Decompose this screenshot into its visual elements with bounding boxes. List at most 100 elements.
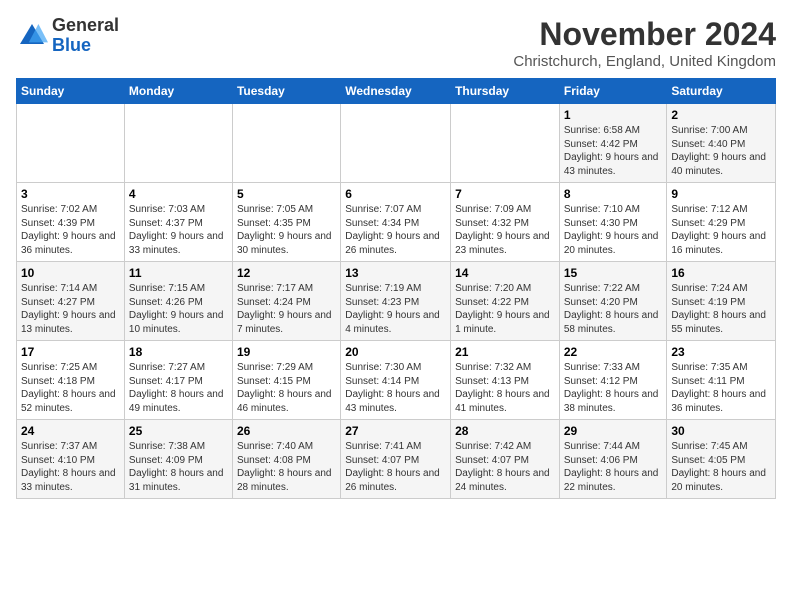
day-info: Sunrise: 7:40 AM Sunset: 4:08 PM Dayligh… (237, 440, 336, 494)
month-title: November 2024 (513, 16, 776, 53)
day-info: Sunrise: 7:41 AM Sunset: 4:07 PM Dayligh… (345, 440, 446, 494)
day-cell: 15 Sunrise: 7:22 AM Sunset: 4:20 PM Dayli… (559, 262, 667, 341)
day-cell: 28 Sunrise: 7:42 AM Sunset: 4:07 PM Dayli… (451, 420, 560, 499)
day-cell: 29 Sunrise: 7:44 AM Sunset: 4:06 PM Dayli… (559, 420, 667, 499)
week-row-2: 3 Sunrise: 7:02 AM Sunset: 4:39 PM Daylig… (17, 183, 776, 262)
day-cell: 9 Sunrise: 7:12 AM Sunset: 4:29 PM Daylig… (667, 183, 776, 262)
weekday-header-row: SundayMondayTuesdayWednesdayThursdayFrid… (17, 79, 776, 104)
day-info: Sunrise: 7:10 AM Sunset: 4:30 PM Dayligh… (564, 203, 663, 257)
day-cell (17, 104, 125, 183)
weekday-header-saturday: Saturday (667, 79, 776, 104)
day-number: 13 (345, 266, 446, 280)
logo-text: General Blue (52, 16, 119, 56)
day-cell: 10 Sunrise: 7:14 AM Sunset: 4:27 PM Dayli… (17, 262, 125, 341)
logo-icon (16, 20, 48, 52)
day-cell (451, 104, 560, 183)
day-cell: 3 Sunrise: 7:02 AM Sunset: 4:39 PM Daylig… (17, 183, 125, 262)
day-cell: 14 Sunrise: 7:20 AM Sunset: 4:22 PM Dayli… (451, 262, 560, 341)
day-number: 5 (237, 187, 336, 201)
day-cell: 11Sunrise: 7:15 AM Sunset: 4:26 PM Dayli… (124, 262, 232, 341)
day-info: Sunrise: 7:42 AM Sunset: 4:07 PM Dayligh… (455, 440, 555, 494)
day-info: Sunrise: 7:19 AM Sunset: 4:23 PM Dayligh… (345, 282, 446, 336)
week-row-5: 24 Sunrise: 7:37 AM Sunset: 4:10 PM Dayli… (17, 420, 776, 499)
day-number: 22 (564, 345, 663, 359)
day-cell: 22 Sunrise: 7:33 AM Sunset: 4:12 PM Dayli… (559, 341, 667, 420)
day-cell: 23 Sunrise: 7:35 AM Sunset: 4:11 PM Dayli… (667, 341, 776, 420)
weekday-header-thursday: Thursday (451, 79, 560, 104)
day-number: 29 (564, 424, 663, 438)
title-area: November 2024 Christchurch, England, Uni… (513, 16, 776, 70)
weekday-header-wednesday: Wednesday (341, 79, 451, 104)
day-number: 14 (455, 266, 555, 280)
day-info: Sunrise: 7:20 AM Sunset: 4:22 PM Dayligh… (455, 282, 555, 336)
day-cell: 21 Sunrise: 7:32 AM Sunset: 4:13 PM Dayli… (451, 341, 560, 420)
day-cell (232, 104, 340, 183)
day-info: Sunrise: 7:14 AM Sunset: 4:27 PM Dayligh… (21, 282, 120, 336)
day-info: Sunrise: 7:35 AM Sunset: 4:11 PM Dayligh… (671, 361, 771, 415)
day-info: Sunrise: 7:30 AM Sunset: 4:14 PM Dayligh… (345, 361, 446, 415)
day-number: 8 (564, 187, 663, 201)
week-row-1: 1 Sunrise: 6:58 AM Sunset: 4:42 PM Daylig… (17, 104, 776, 183)
day-cell: 25 Sunrise: 7:38 AM Sunset: 4:09 PM Dayli… (124, 420, 232, 499)
day-info: Sunrise: 7:25 AM Sunset: 4:18 PM Dayligh… (21, 361, 120, 415)
day-info: Sunrise: 7:22 AM Sunset: 4:20 PM Dayligh… (564, 282, 663, 336)
day-number: 15 (564, 266, 663, 280)
day-cell: 13 Sunrise: 7:19 AM Sunset: 4:23 PM Dayli… (341, 262, 451, 341)
day-cell: 19 Sunrise: 7:29 AM Sunset: 4:15 PM Dayli… (232, 341, 340, 420)
day-info: Sunrise: 7:24 AM Sunset: 4:19 PM Dayligh… (671, 282, 771, 336)
day-info: Sunrise: 7:29 AM Sunset: 4:15 PM Dayligh… (237, 361, 336, 415)
day-number: 26 (237, 424, 336, 438)
day-number: 9 (671, 187, 771, 201)
day-info: Sunrise: 7:37 AM Sunset: 4:10 PM Dayligh… (21, 440, 120, 494)
day-info: Sunrise: 7:02 AM Sunset: 4:39 PM Dayligh… (21, 203, 120, 257)
weekday-header-tuesday: Tuesday (232, 79, 340, 104)
day-cell (124, 104, 232, 183)
week-row-3: 10 Sunrise: 7:14 AM Sunset: 4:27 PM Dayli… (17, 262, 776, 341)
day-number: 28 (455, 424, 555, 438)
day-info: Sunrise: 7:17 AM Sunset: 4:24 PM Dayligh… (237, 282, 336, 336)
day-info: Sunrise: 7:00 AM Sunset: 4:40 PM Dayligh… (671, 124, 771, 178)
day-number: 10 (21, 266, 120, 280)
day-cell (341, 104, 451, 183)
day-cell: 7Sunrise: 7:09 AM Sunset: 4:32 PM Daylig… (451, 183, 560, 262)
day-cell: 2 Sunrise: 7:00 AM Sunset: 4:40 PM Daylig… (667, 104, 776, 183)
day-cell: 18Sunrise: 7:27 AM Sunset: 4:17 PM Dayli… (124, 341, 232, 420)
day-info: Sunrise: 7:12 AM Sunset: 4:29 PM Dayligh… (671, 203, 771, 257)
day-number: 25 (129, 424, 228, 438)
day-number: 27 (345, 424, 446, 438)
day-number: 19 (237, 345, 336, 359)
day-info: Sunrise: 6:58 AM Sunset: 4:42 PM Dayligh… (564, 124, 663, 178)
day-number: 24 (21, 424, 120, 438)
logo: General Blue (16, 16, 119, 56)
day-info: Sunrise: 7:05 AM Sunset: 4:35 PM Dayligh… (237, 203, 336, 257)
day-info: Sunrise: 7:32 AM Sunset: 4:13 PM Dayligh… (455, 361, 555, 415)
header: General Blue November 2024 Christchurch,… (16, 16, 776, 70)
day-number: 17 (21, 345, 120, 359)
day-number: 12 (237, 266, 336, 280)
day-number: 3 (21, 187, 120, 201)
day-cell: 24 Sunrise: 7:37 AM Sunset: 4:10 PM Dayli… (17, 420, 125, 499)
day-number: 6 (345, 187, 446, 201)
day-info: Sunrise: 7:03 AM Sunset: 4:37 PM Dayligh… (129, 203, 228, 257)
logo-general: General (52, 16, 119, 36)
day-info: Sunrise: 7:09 AM Sunset: 4:32 PM Dayligh… (455, 203, 555, 257)
day-number: 21 (455, 345, 555, 359)
day-info: Sunrise: 7:33 AM Sunset: 4:12 PM Dayligh… (564, 361, 663, 415)
weekday-header-sunday: Sunday (17, 79, 125, 104)
day-number: 16 (671, 266, 771, 280)
day-cell: 6Sunrise: 7:07 AM Sunset: 4:34 PM Daylig… (341, 183, 451, 262)
day-number: 1 (564, 108, 663, 122)
day-cell: 5 Sunrise: 7:05 AM Sunset: 4:35 PM Daylig… (232, 183, 340, 262)
day-info: Sunrise: 7:45 AM Sunset: 4:05 PM Dayligh… (671, 440, 771, 494)
day-number: 20 (345, 345, 446, 359)
day-cell: 26 Sunrise: 7:40 AM Sunset: 4:08 PM Dayli… (232, 420, 340, 499)
day-number: 23 (671, 345, 771, 359)
weekday-header-friday: Friday (559, 79, 667, 104)
day-cell: 12 Sunrise: 7:17 AM Sunset: 4:24 PM Dayli… (232, 262, 340, 341)
day-number: 2 (671, 108, 771, 122)
day-number: 4 (129, 187, 228, 201)
location: Christchurch, England, United Kingdom (513, 53, 776, 70)
day-info: Sunrise: 7:38 AM Sunset: 4:09 PM Dayligh… (129, 440, 228, 494)
calendar-table: SundayMondayTuesdayWednesdayThursdayFrid… (16, 78, 776, 499)
day-info: Sunrise: 7:44 AM Sunset: 4:06 PM Dayligh… (564, 440, 663, 494)
